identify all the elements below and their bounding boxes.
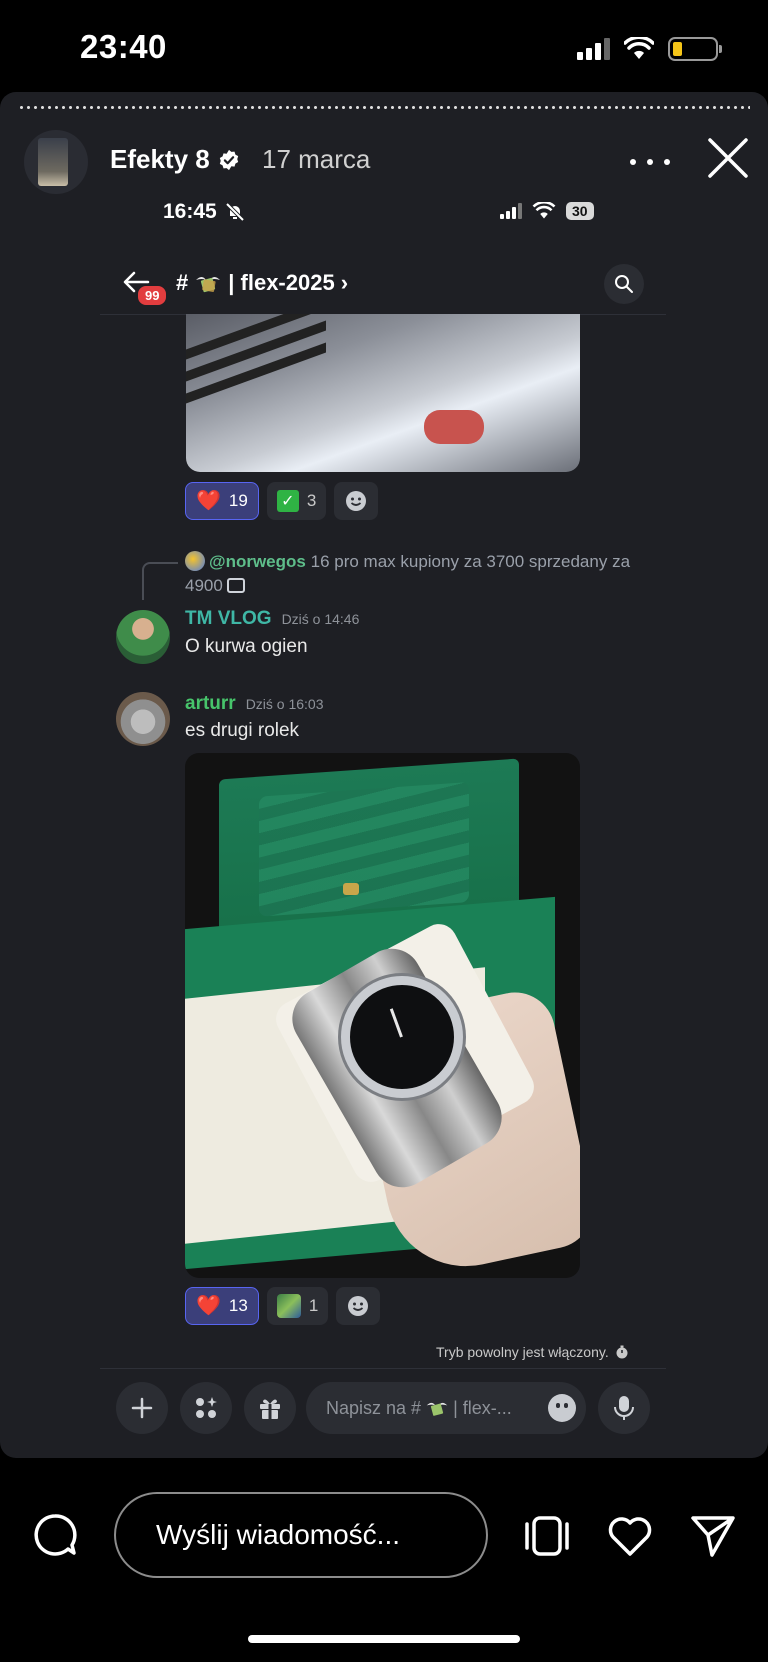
- message-author[interactable]: TM VLOG Dziś o 14:46: [185, 608, 359, 630]
- plus-icon: [131, 1397, 153, 1419]
- more-options-button[interactable]: [630, 150, 670, 174]
- message-timestamp: Dziś o 16:03: [245, 696, 324, 712]
- message-author[interactable]: arturr Dziś o 16:03: [185, 693, 324, 715]
- placeholder-prefix: Napisz na #: [326, 1397, 422, 1418]
- reactions-row: ❤️ 19 ✓ 3: [185, 482, 379, 520]
- reply-author: @norwegos: [209, 552, 306, 571]
- story-username-text: Efekty 8: [110, 144, 210, 174]
- story-progress-bar: [18, 106, 750, 109]
- reaction-heart[interactable]: ❤️ 19: [185, 482, 259, 520]
- channel-search-button[interactable]: [604, 264, 644, 304]
- channel-chevron: ›: [340, 270, 349, 295]
- heart-icon[interactable]: [606, 1512, 654, 1558]
- timer-icon: [616, 1345, 628, 1359]
- inner-status-icons: 30: [500, 202, 594, 220]
- reaction-count: 13: [228, 1296, 248, 1315]
- close-icon[interactable]: [706, 136, 750, 180]
- story-username[interactable]: Efekty 8: [110, 144, 240, 175]
- image-icon: [226, 578, 245, 593]
- story-avatar[interactable]: [24, 130, 88, 194]
- cellular-signal-icon: [577, 38, 610, 60]
- money-with-wings-icon: [196, 277, 221, 293]
- channel-title[interactable]: # | flex-2025 ›: [176, 270, 348, 296]
- money-with-wings-icon: [426, 1402, 448, 1416]
- author-name: arturr: [185, 693, 236, 714]
- reaction-count: 1: [308, 1296, 319, 1315]
- bell-muted-icon: [225, 202, 245, 222]
- placeholder-suffix: | flex-...: [453, 1397, 512, 1418]
- inner-battery: 30: [566, 202, 594, 220]
- microphone-icon: [614, 1396, 634, 1420]
- reaction-heart[interactable]: ❤️ 13: [185, 1287, 259, 1325]
- gift-icon: [260, 1399, 280, 1419]
- apps-button[interactable]: [180, 1382, 232, 1434]
- story-date: 17 marca: [262, 144, 371, 174]
- comment-bubble-icon[interactable]: [32, 1512, 78, 1558]
- sticker-emoji-icon: [276, 1294, 301, 1318]
- add-reaction-button[interactable]: [336, 1287, 381, 1325]
- apps-sparkle-icon: [196, 1397, 217, 1418]
- repost-icon[interactable]: [522, 1514, 572, 1558]
- phone-status-bar: 23:40: [0, 0, 768, 100]
- author-name: TM VLOG: [185, 608, 272, 629]
- inner-status-time: 16:45: [163, 200, 245, 224]
- inner-signal-icon: [500, 203, 522, 219]
- reactions-row: ❤️ 13 1: [185, 1287, 381, 1325]
- slow-mode-notice: Tryb powolny jest włączony.: [436, 1344, 629, 1360]
- channel-header: 99 # | flex-2025 ›: [100, 252, 666, 315]
- slow-mode-text: Tryb powolny jest włączony.: [436, 1344, 609, 1360]
- reply-preview[interactable]: @norwegos 16 pro max kupiony za 3700 spr…: [185, 550, 645, 598]
- voice-message-button[interactable]: [598, 1382, 650, 1434]
- send-icon[interactable]: [690, 1512, 736, 1558]
- reply-connector: [142, 562, 178, 600]
- emoji-picker-icon[interactable]: [548, 1394, 576, 1422]
- channel-hash: #: [176, 270, 189, 295]
- status-icons: [577, 34, 722, 64]
- inner-time-text: 16:45: [163, 200, 217, 223]
- battery-icon: [668, 37, 722, 61]
- search-icon: [615, 275, 633, 293]
- status-time: 23:40: [80, 28, 167, 65]
- reply-avatar: [185, 551, 205, 571]
- channel-name: | flex-2025: [228, 270, 335, 295]
- avatar[interactable]: [116, 692, 170, 746]
- verified-badge-icon: [219, 149, 238, 170]
- message-image-partial[interactable]: [186, 314, 580, 472]
- composer-divider: [100, 1368, 666, 1369]
- smiley-icon: [348, 1296, 369, 1316]
- avatar[interactable]: [116, 610, 170, 664]
- message-timestamp: Dziś o 14:46: [281, 611, 360, 627]
- heart-emoji-icon: ❤️: [196, 490, 221, 512]
- reaction-sticker[interactable]: 1: [266, 1287, 329, 1325]
- message-text: es drugi rolek: [185, 720, 300, 741]
- add-attachment-button[interactable]: [116, 1382, 168, 1434]
- unread-badge: 99: [136, 284, 169, 307]
- reaction-count: 19: [228, 491, 248, 510]
- reaction-count: 3: [306, 491, 317, 510]
- inner-wifi-icon: [532, 202, 556, 219]
- wifi-icon: [624, 37, 654, 59]
- gift-button[interactable]: [244, 1382, 296, 1434]
- reaction-check[interactable]: ✓ 3: [266, 482, 327, 520]
- check-mark-emoji-icon: ✓: [276, 490, 299, 512]
- add-reaction-button[interactable]: [334, 482, 379, 520]
- story-reply-input[interactable]: Wyślij wiadomość...: [114, 1492, 488, 1578]
- home-indicator: [248, 1635, 520, 1643]
- message-input[interactable]: Napisz na # | flex-...: [306, 1382, 586, 1434]
- heart-emoji-icon: ❤️: [196, 1295, 221, 1317]
- smiley-icon: [346, 491, 367, 511]
- story-card: Efekty 8 17 marca 16:45 30 99 # | flex-2…: [0, 92, 768, 1458]
- watch-photo[interactable]: [185, 753, 580, 1278]
- message-text: O kurwa ogien: [185, 636, 308, 657]
